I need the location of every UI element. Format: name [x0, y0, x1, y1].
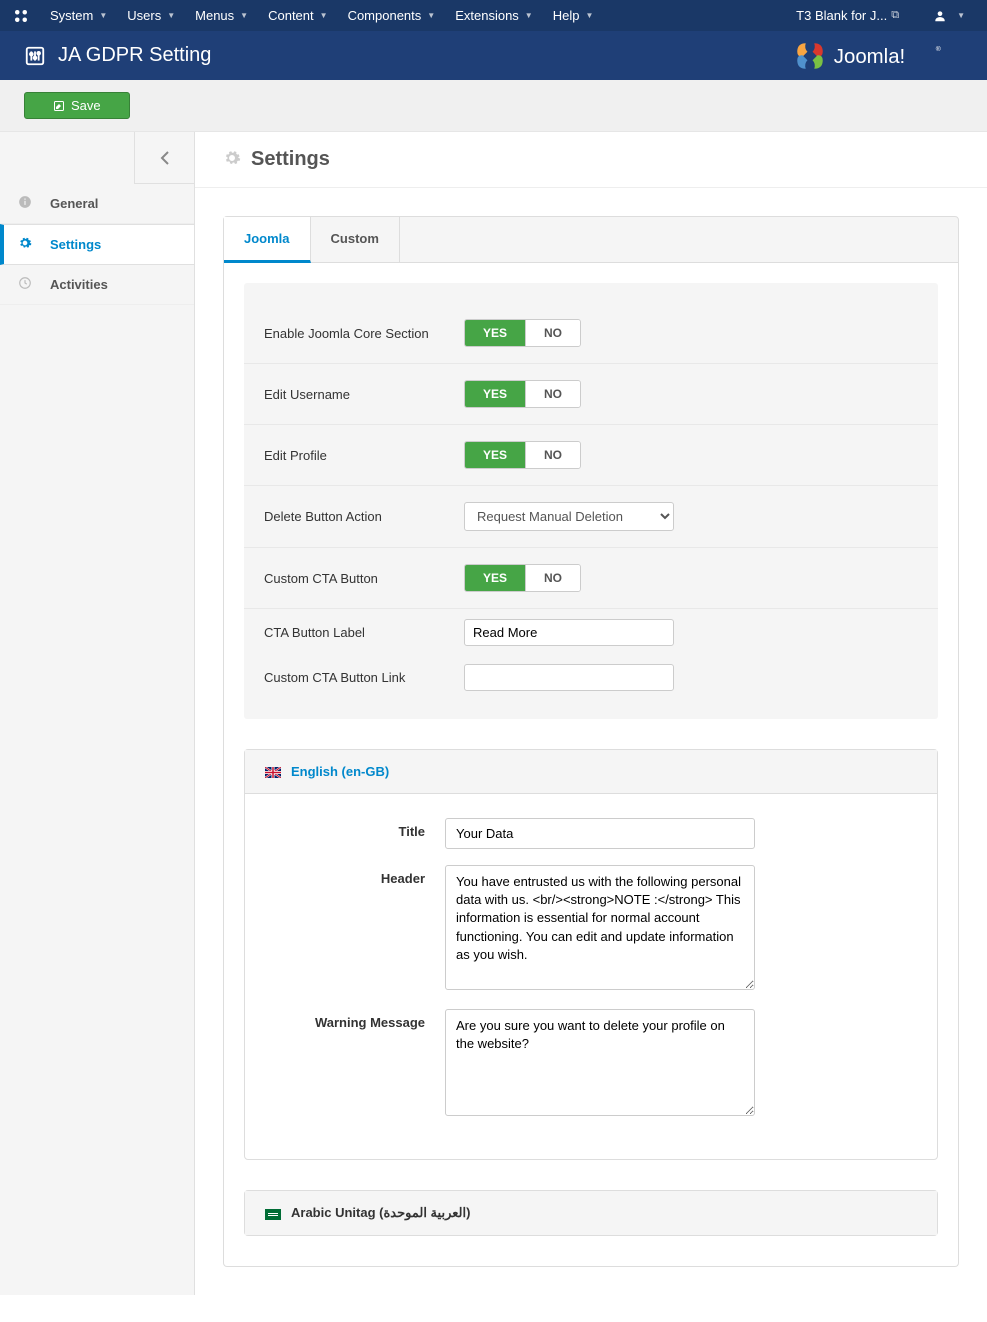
joomla-logo: Joomla! ®: [793, 38, 963, 74]
gear-icon: [223, 149, 241, 170]
page-title: JA GDPR Setting: [58, 44, 793, 67]
tab-joomla[interactable]: Joomla: [224, 217, 311, 263]
label-lang-header: Header: [261, 865, 445, 993]
admin-topbar: System▼ Users▼ Menus▼ Content▼ Component…: [0, 0, 987, 31]
svg-text:®: ®: [936, 44, 941, 52]
chevron-left-icon: [160, 151, 170, 165]
caret-icon: ▼: [99, 11, 107, 20]
label-enable-core: Enable Joomla Core Section: [264, 326, 464, 341]
toggle-enable-core[interactable]: YES NO: [464, 319, 581, 347]
svg-text:Joomla!: Joomla!: [834, 45, 905, 67]
label-edit-username: Edit Username: [264, 387, 464, 402]
toggle-no[interactable]: NO: [525, 320, 580, 346]
equalizer-icon: [24, 45, 46, 67]
sidebar: General Settings Activities: [0, 132, 195, 1295]
sidebar-label: Activities: [50, 277, 108, 292]
language-name: Arabic Unitag (العربية الموحدة): [291, 1205, 470, 1221]
main-content: Settings Joomla Custom Enable Joomla Cor…: [195, 132, 987, 1295]
sidebar-label: General: [50, 196, 98, 211]
input-cta-link[interactable]: [464, 664, 674, 691]
clock-icon: [18, 276, 34, 293]
action-toolbar: Save: [0, 80, 987, 132]
caret-icon: ▼: [585, 11, 593, 20]
sidebar-item-general[interactable]: General: [0, 184, 194, 224]
user-menu[interactable]: ▼: [923, 0, 975, 31]
menu-system[interactable]: System▼: [40, 0, 117, 31]
caret-icon: ▼: [525, 11, 533, 20]
toggle-yes[interactable]: YES: [465, 565, 525, 591]
menu-extensions[interactable]: Extensions▼: [445, 0, 543, 31]
flag-ar-icon: [265, 1208, 281, 1219]
caret-icon: ▼: [427, 11, 435, 20]
joomla-icon: [12, 7, 30, 25]
site-frontend-link[interactable]: T3 Blank for J...⧉: [786, 0, 909, 31]
info-icon: [18, 195, 34, 212]
top-menu: System▼ Users▼ Menus▼ Content▼ Component…: [40, 0, 786, 31]
main-heading: Settings: [251, 148, 330, 171]
main-header: Settings: [195, 132, 987, 188]
language-header-ar[interactable]: Arabic Unitag (العربية الموحدة): [245, 1191, 937, 1235]
label-lang-title: Title: [261, 818, 445, 849]
menu-menus[interactable]: Menus▼: [185, 0, 258, 31]
select-delete-action[interactable]: Request Manual Deletion: [464, 502, 674, 531]
user-icon: [933, 9, 947, 23]
menu-content[interactable]: Content▼: [258, 0, 337, 31]
menu-components[interactable]: Components▼: [338, 0, 446, 31]
menu-users[interactable]: Users▼: [117, 0, 185, 31]
input-lang-title[interactable]: [445, 818, 755, 849]
language-header-en[interactable]: English (en-GB): [245, 750, 937, 794]
label-edit-profile: Edit Profile: [264, 448, 464, 463]
caret-icon: ▼: [957, 11, 965, 20]
save-button[interactable]: Save: [24, 92, 130, 119]
sidebar-label: Settings: [50, 237, 101, 252]
toggle-no[interactable]: NO: [525, 381, 580, 407]
toggle-no[interactable]: NO: [525, 565, 580, 591]
caret-icon: ▼: [240, 11, 248, 20]
toggle-yes[interactable]: YES: [465, 442, 525, 468]
settings-panel: Enable Joomla Core Section YES NO Edit U…: [223, 263, 959, 1267]
label-cta-link: Custom CTA Button Link: [264, 670, 464, 685]
language-name: English (en-GB): [291, 764, 389, 779]
tab-custom[interactable]: Custom: [311, 217, 400, 262]
toggle-edit-username[interactable]: YES NO: [464, 380, 581, 408]
sidebar-item-settings[interactable]: Settings: [0, 224, 194, 265]
toggle-edit-profile[interactable]: YES NO: [464, 441, 581, 469]
tab-bar: Joomla Custom: [223, 216, 959, 263]
caret-icon: ▼: [320, 11, 328, 20]
label-custom-cta: Custom CTA Button: [264, 571, 464, 586]
toggle-custom-cta[interactable]: YES NO: [464, 564, 581, 592]
label-cta-label: CTA Button Label: [264, 625, 464, 640]
gear-icon: [18, 236, 34, 253]
page-header: JA GDPR Setting Joomla! ®: [0, 31, 987, 80]
toggle-yes[interactable]: YES: [465, 381, 525, 407]
language-panel-ar: Arabic Unitag (العربية الموحدة): [244, 1190, 938, 1236]
input-cta-label[interactable]: [464, 619, 674, 646]
label-lang-warning: Warning Message: [261, 1009, 445, 1119]
textarea-lang-header[interactable]: [445, 865, 755, 990]
sidebar-item-activities[interactable]: Activities: [0, 265, 194, 305]
flag-gb-icon: [265, 766, 281, 777]
menu-help[interactable]: Help▼: [543, 0, 604, 31]
pencil-square-icon: [53, 100, 65, 112]
sidebar-collapse-button[interactable]: [134, 132, 194, 184]
label-delete-action: Delete Button Action: [264, 509, 464, 524]
language-panel-en: English (en-GB) Title Header Warning Mes…: [244, 749, 938, 1160]
toggle-no[interactable]: NO: [525, 442, 580, 468]
external-link-icon: ⧉: [891, 9, 899, 22]
caret-icon: ▼: [167, 11, 175, 20]
toggle-yes[interactable]: YES: [465, 320, 525, 346]
textarea-lang-warning[interactable]: [445, 1009, 755, 1116]
